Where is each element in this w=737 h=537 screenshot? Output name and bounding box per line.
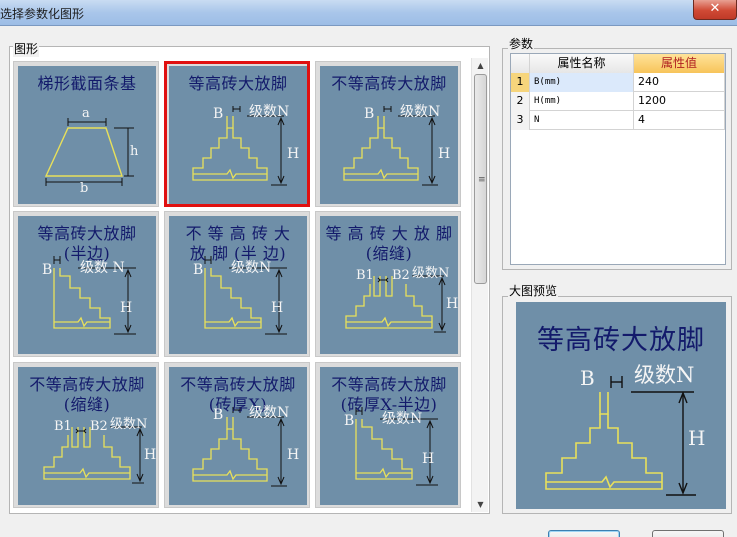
tile-thumbnail: 不等高砖大放脚 (砖厚X-半边) B 级数N H	[320, 367, 458, 505]
dimension-label: H	[287, 447, 300, 463]
gallery-group-label: 图形	[13, 40, 40, 57]
ok-button[interactable]	[548, 530, 620, 537]
table-row[interactable]: 2 H(mm) 1200	[511, 92, 725, 111]
shape-tile[interactable]: 不等高砖大放脚 B 级数N H	[315, 61, 461, 207]
dimension-label: B1	[54, 419, 72, 434]
dimension-label: 级数N	[412, 266, 450, 281]
property-value[interactable]: 1200	[634, 92, 725, 111]
preview-group: 等高砖大放脚 B 级数N H	[502, 296, 732, 514]
shape-tile[interactable]: 等高砖大放脚 B 级数N H	[164, 61, 310, 207]
tile-thumbnail: 不等高砖大放脚 B 级数N H	[320, 66, 458, 204]
dimension-label: H	[438, 146, 451, 162]
tile-thumbnail: 等高砖大放脚 (半边) B 级数 N H	[18, 216, 156, 354]
dimension-label: b	[80, 181, 89, 196]
dimension-label: a	[82, 106, 90, 121]
dimension-label: 级数 N	[80, 260, 125, 276]
header-value: 属性值	[634, 54, 725, 73]
title-bar: 选择参数化图形 ✕	[0, 0, 737, 26]
dimension-label: 级数N	[382, 411, 423, 427]
row-number: 3	[511, 111, 530, 130]
dimension-label: B2	[392, 268, 410, 283]
dimension-label: B	[193, 262, 204, 278]
preview-label-h: H	[688, 426, 706, 450]
preview-group-label: 大图预览	[508, 282, 559, 299]
close-button[interactable]: ✕	[693, 0, 737, 20]
tile-title: 等高砖大放脚	[188, 74, 288, 93]
header-name: 属性名称	[530, 54, 634, 73]
dimension-label: H	[271, 300, 284, 316]
dimension-label: B2	[90, 419, 108, 434]
header-rownum	[511, 54, 530, 73]
dimension-label: H	[144, 447, 156, 463]
dimension-label: H	[287, 146, 300, 162]
tile-title: 不 等 高 砖 大 放 脚 (半 边)	[185, 224, 291, 263]
dimension-label: H	[446, 296, 458, 312]
row-number: 1	[511, 73, 530, 92]
row-number: 2	[511, 92, 530, 111]
dimension-label: 级数N	[110, 417, 148, 432]
dimension-label: H	[120, 300, 133, 316]
params-group: 属性名称 属性值 1 B(mm) 240 2 H(mm) 1200 3 N 4	[502, 48, 732, 270]
shape-tile[interactable]: 梯形截面条基 a b h	[13, 61, 159, 207]
grip-icon: ≡	[478, 175, 486, 185]
dimension-label: B	[213, 106, 224, 122]
gallery-scrollbar[interactable]: ▲ ≡ ▼	[471, 58, 488, 512]
tile-thumbnail: 不 等 高 砖 大 放 脚 (半 边) B 级数N H	[169, 216, 307, 354]
preview-label-b: B	[580, 366, 595, 390]
params-table[interactable]: 属性名称 属性值 1 B(mm) 240 2 H(mm) 1200 3 N 4	[510, 53, 726, 265]
property-name: B(mm)	[530, 73, 634, 92]
shape-tile[interactable]: 不等高砖大放脚 (缩缝) B1 B2 级数N H	[13, 362, 159, 508]
close-icon: ✕	[709, 1, 721, 16]
shape-tile[interactable]: 不 等 高 砖 大 放 脚 (半 边) B 级数N H	[164, 211, 310, 357]
dimension-label: B	[344, 413, 355, 429]
preview-drawing	[545, 376, 696, 496]
shape-tile[interactable]: 等高砖大放脚 (半边) B 级数 N H	[13, 211, 159, 357]
cancel-button[interactable]	[652, 530, 724, 537]
property-value[interactable]: 4	[634, 111, 725, 130]
dimension-label: B	[42, 262, 53, 278]
tile-thumbnail: 不等高砖大放脚 (砖厚X) B 级数N H	[169, 367, 307, 505]
shape-tile[interactable]: 不等高砖大放脚 (砖厚X-半边) B 级数N H	[315, 362, 461, 508]
dimension-label: 级数N	[231, 260, 272, 276]
dimension-label: H	[422, 451, 435, 467]
tile-title: 梯形截面条基	[37, 74, 137, 93]
tile-title: 不等高砖大放脚 (砖厚X-半边)	[331, 375, 447, 414]
params-header-row: 属性名称 属性值	[511, 54, 725, 73]
scroll-thumb[interactable]: ≡	[474, 74, 487, 284]
property-name: H(mm)	[530, 92, 634, 111]
tile-thumbnail: 等高砖大放脚 B 级数N H	[169, 66, 307, 204]
tile-title: 等 高 砖 大 放 脚 (缩缝)	[325, 224, 453, 263]
table-row[interactable]: 1 B(mm) 240	[511, 73, 725, 92]
dimension-label: 级数N	[249, 104, 290, 120]
dimension-label: h	[130, 144, 139, 159]
dimension-label: B	[213, 407, 224, 423]
shape-tile[interactable]: 等 高 砖 大 放 脚 (缩缝) B1 B2 级数N H	[315, 211, 461, 357]
scroll-up-icon[interactable]: ▲	[472, 58, 489, 73]
tile-title: 不等高砖大放脚	[331, 74, 447, 93]
table-row[interactable]: 3 N 4	[511, 111, 725, 130]
dimension-label: 级数N	[400, 104, 441, 120]
property-name: N	[530, 111, 634, 130]
dimension-label: 级数N	[249, 405, 290, 421]
preview-image: 等高砖大放脚 B 级数N H	[516, 302, 726, 509]
dimension-label: B1	[356, 268, 374, 283]
shape-tile[interactable]: 不等高砖大放脚 (砖厚X) B 级数N H	[164, 362, 310, 508]
window-title: 选择参数化图形	[0, 7, 85, 21]
dimension-label: B	[364, 106, 375, 122]
tile-thumbnail: 梯形截面条基 a b h	[18, 66, 156, 204]
tile-thumbnail: 不等高砖大放脚 (缩缝) B1 B2 级数N H	[18, 367, 156, 505]
tile-title: 等高砖大放脚 (半边)	[37, 224, 137, 263]
params-group-label: 参数	[508, 35, 535, 52]
scroll-down-icon[interactable]: ▼	[472, 497, 489, 512]
property-value[interactable]: 240	[634, 73, 725, 92]
tile-title: 不等高砖大放脚 (缩缝)	[29, 375, 145, 414]
tile-thumbnail: 等 高 砖 大 放 脚 (缩缝) B1 B2 级数N H	[320, 216, 458, 354]
preview-label-n: 级数N	[634, 363, 695, 387]
